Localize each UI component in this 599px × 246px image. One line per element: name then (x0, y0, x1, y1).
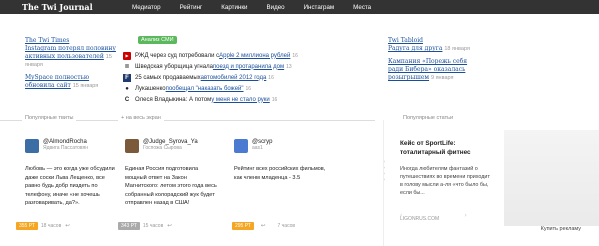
nav-item-rating[interactable]: Рейтинг (180, 4, 203, 11)
article-source[interactable]: LIGONRUS.COM (400, 216, 439, 222)
tweet-card: @scryp aas1 Рейтинг всех российских филь… (234, 139, 329, 182)
tweet-text: Единая Россия подготовила мощный ответ н… (125, 166, 217, 206)
article-title[interactable]: Кейс от SportLife: тоталитарный фитнес (400, 139, 490, 157)
list-item: F 25 самых продаваемых автомобилей 2012 … (123, 72, 353, 83)
item-prefix: Шведская уборщица угнала (135, 63, 213, 70)
article-text: Иногда любителям фантазий о путешествиях… (400, 166, 490, 196)
chevron-right-icon[interactable]: › (464, 212, 466, 219)
tweet-text: Любовь — это когда уже обсудили даже сос… (25, 166, 115, 206)
forbes-icon: F (123, 73, 131, 82)
media-analysis-badge[interactable]: Анализ СМИ (138, 36, 177, 44)
news-date: 18 января (444, 46, 470, 52)
tweet-author-name: Госпожа Сырова (143, 145, 182, 151)
retweet-score[interactable]: 343 РТ (118, 222, 140, 230)
news-date: 15 января (72, 83, 99, 89)
tweet-author-name: aas1 (252, 145, 263, 151)
comment-count: 16 (245, 85, 252, 92)
avatar[interactable] (125, 139, 139, 153)
item-link[interactable]: автомобилей 2012 года (201, 75, 267, 81)
reply-icon[interactable]: ↩ (167, 223, 172, 229)
site-logo[interactable]: The Twi Journal (22, 2, 132, 12)
twi-tabloid-title[interactable]: Twi Tabloid (388, 37, 423, 44)
list-item: MySpace полностью обновила сайт 15 январ… (25, 74, 120, 90)
newspaper-icon: ≣ (124, 64, 130, 70)
list-item: Instagram потерял половину активных поль… (25, 45, 120, 69)
twi-times-title[interactable]: The Twi Times (25, 37, 69, 44)
reply-icon[interactable]: ↩ (261, 223, 266, 229)
list-item: Кампания «Порежь себя ради Бибера» оказа… (388, 58, 483, 82)
list-item: ≣ Шведская уборщица угнала поезд и прота… (123, 61, 353, 72)
nav-item-instagram[interactable]: Инстаграм (304, 4, 335, 11)
tweet-footer: 295 РТ ↩ 7 часов (232, 222, 295, 230)
nav-item-places[interactable]: Места (353, 4, 371, 11)
news-date: 9 января (430, 75, 454, 81)
top-bar: The Twi Journal Медиатор Рейтинг Картинк… (0, 0, 599, 14)
list-item: Радуга для друга 18 января (388, 45, 483, 53)
buy-ad-link[interactable]: Купить рекламу (541, 226, 581, 232)
item-prefix: РЖД через суд потребовали с (135, 52, 220, 59)
reply-icon[interactable]: ↩ (65, 223, 70, 229)
play-icon: ▶ (123, 51, 131, 60)
nav-item-pictures[interactable]: Картинки (221, 4, 247, 11)
list-item: ▶ РЖД через суд потребовали с Apple 2 ми… (123, 50, 353, 61)
twi-times-list: Instagram потерял половину активных поль… (25, 45, 120, 95)
tweet-time: 18 часов (40, 223, 62, 229)
comment-count: 16 (268, 74, 274, 81)
avatar[interactable] (234, 139, 248, 153)
comment-count: 16 (292, 52, 298, 59)
item-prefix: 25 самых продаваемых (135, 74, 201, 81)
popular-tweets-heading: Популярные твиты (22, 115, 77, 121)
comment-count: 13 (286, 63, 292, 70)
nav-item-video[interactable]: Видео (267, 4, 285, 11)
list-item: ● Лукашенко пообещал "наказать божей" 16 (123, 83, 353, 94)
tweet-text: Рейтинг всех российских фильмов, как чле… (234, 166, 326, 181)
avatar[interactable] (25, 139, 39, 153)
media-analysis-list: ▶ РЖД через суд потребовали с Apple 2 ми… (123, 50, 353, 105)
tweet-footer: 343 РТ 15 часов ↩ (118, 222, 172, 230)
nav-item-mediator[interactable]: Медиатор (132, 4, 161, 11)
retweet-score[interactable]: 295 РТ (232, 222, 254, 230)
retweet-score[interactable]: 355 РТ (16, 222, 38, 230)
item-prefix: Лукашенко (135, 85, 166, 92)
twi-tabloid-list: Радуга для друга 18 января Кампания «Пор… (388, 45, 483, 87)
popular-articles-panel: Популярные статьи Кейс от SportLife: тот… (383, 115, 599, 246)
tweet-card: @AlmondRocha Ядвига Пассатовян Любовь — … (25, 139, 120, 208)
tweet-time: 15 часов (142, 223, 164, 229)
news-link[interactable]: Кампания «Порежь себя ради Бибера» оказа… (388, 58, 467, 81)
fullscreen-label: на весь экран (125, 115, 161, 121)
c-icon: C (124, 96, 130, 103)
news-link[interactable]: Радуга для друга (388, 45, 442, 52)
item-link[interactable]: Apple 2 миллиона рублей (219, 53, 290, 59)
main-nav: Медиатор Рейтинг Картинки Видео Инстагра… (132, 4, 390, 11)
item-link[interactable]: поезд и протаранила дом (213, 64, 284, 70)
tweet-card: @Judge_Syrova_Ya Госпожа Сырова Единая Р… (125, 139, 220, 208)
item-link[interactable]: пообещал "наказать божей" (166, 86, 244, 92)
article-image[interactable] (504, 130, 599, 226)
tweet-time: 7 часов (277, 223, 296, 229)
tweet-author-name: Ядвига Пассатовян (43, 145, 88, 151)
fullscreen-link[interactable]: + на весь экран (118, 115, 164, 121)
news-link[interactable]: Instagram потерял половину активных поль… (25, 45, 116, 60)
list-item: C Олеся Владыкина: А потом у меня не ста… (123, 94, 353, 105)
item-prefix: Олеся Владыкина: А потом (135, 96, 212, 103)
comment-count: 16 (271, 96, 278, 103)
popular-articles-heading: Популярные статьи (400, 115, 457, 121)
circle-icon: ● (125, 85, 129, 92)
tweet-footer: 355 РТ 18 часов ↩ (16, 222, 70, 230)
item-link[interactable]: у меня не стало руки (211, 97, 270, 103)
